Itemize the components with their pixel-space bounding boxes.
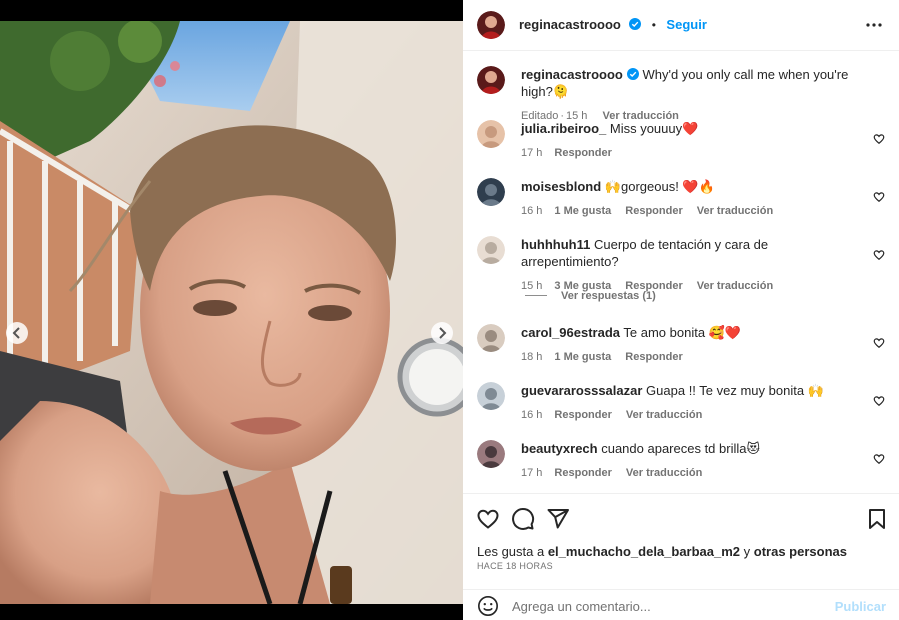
comment-time: 17 h: [521, 467, 543, 479]
comment-like-heart-icon[interactable]: [873, 191, 885, 203]
reply-link[interactable]: Responder: [554, 147, 611, 159]
comment-text: Guapa !! Te vez muy bonita 🙌: [646, 383, 824, 398]
comment-like-heart-icon[interactable]: [873, 395, 885, 407]
avatar[interactable]: [477, 178, 505, 206]
publish-button[interactable]: Publicar: [835, 599, 886, 614]
comment-username[interactable]: beautyxrech: [521, 441, 598, 456]
comment-body: beautyxrech cuando apareces td brilla😻 17…: [521, 440, 861, 482]
replies-line: [525, 295, 547, 296]
emoji-icon[interactable]: [477, 595, 499, 617]
post-modal: reginacastroooo • Seguir reginacastroooo…: [0, 0, 899, 620]
comment-text: Te amo bonita 🥰❤️: [623, 325, 742, 340]
comment-username[interactable]: huhhhuh11: [521, 237, 590, 252]
save-bookmark-icon[interactable]: [865, 507, 889, 531]
likes-others-link[interactable]: otras personas: [754, 544, 847, 559]
reply-link[interactable]: Responder: [554, 467, 611, 479]
chevron-right-icon: [439, 327, 447, 339]
caption-username[interactable]: reginacastroooo: [521, 67, 623, 82]
post-photo[interactable]: [0, 21, 463, 604]
comment-like-heart-icon[interactable]: [873, 249, 885, 261]
previous-arrow-button[interactable]: [6, 322, 28, 344]
bottom-backdrop: [0, 604, 463, 620]
view-replies-link[interactable]: Ver respuestas (1): [525, 290, 656, 302]
comment-meta: 16 h Responder Ver traducción: [521, 407, 861, 424]
comments-list: reginacastroooo Why'd you only call me w…: [463, 52, 899, 493]
share-send-icon[interactable]: [546, 507, 570, 531]
comment-likes[interactable]: 1 Me gusta: [554, 205, 611, 217]
comment-username[interactable]: carol_96estrada: [521, 325, 620, 340]
comment-body: huhhhuh11 Cuerpo de tentación y cara de …: [521, 236, 861, 295]
comment-text: cuando apareces td brilla😻: [601, 441, 761, 456]
add-comment-bar: Agrega un comentario... Publicar: [463, 589, 899, 620]
likes-summary: Les gusta a el_muchacho_dela_barbaa_m2 y…: [477, 544, 847, 559]
comment-like-heart-icon[interactable]: [873, 133, 885, 145]
top-backdrop: [0, 0, 463, 21]
comment-text: Miss youuuy❤️: [609, 121, 699, 136]
comment-bubble-icon[interactable]: [511, 507, 535, 531]
follow-button[interactable]: Seguir: [666, 17, 706, 32]
verified-badge-icon: [629, 18, 642, 30]
comment-username[interactable]: moisesblond: [521, 179, 601, 194]
translate-link[interactable]: Ver traducción: [697, 280, 773, 292]
like-heart-icon[interactable]: [476, 507, 500, 531]
verified-badge-icon: [626, 68, 639, 80]
action-bar: Les gusta a el_muchacho_dela_barbaa_m2 y…: [463, 493, 899, 589]
comment-body: guevararosssalazar Guapa !! Te vez muy b…: [521, 382, 861, 424]
comment-body: carol_96estrada Te amo bonita 🥰❤️ 18 h 1 M…: [521, 324, 861, 366]
avatar[interactable]: [477, 324, 505, 352]
likes-prefix: Les gusta a: [477, 544, 548, 559]
avatar[interactable]: [477, 120, 505, 148]
comment-time: 18 h: [521, 351, 543, 363]
chevron-left-icon: [12, 327, 20, 339]
reply-link[interactable]: Responder: [554, 409, 611, 421]
comment-body: julia.ribeiroo_ Miss youuuy❤️ 17 h Respond…: [521, 120, 861, 162]
comment-like-heart-icon[interactable]: [873, 453, 885, 465]
comment-username[interactable]: guevararosssalazar: [521, 383, 642, 398]
avatar[interactable]: [477, 236, 505, 264]
reply-link[interactable]: Responder: [625, 205, 682, 217]
caption-body: reginacastroooo Why'd you only call me w…: [521, 66, 861, 125]
comment-meta: 17 h Responder: [521, 145, 861, 162]
avatar[interactable]: [477, 382, 505, 410]
translate-link[interactable]: Ver traducción: [697, 205, 773, 217]
comment-like-heart-icon[interactable]: [873, 337, 885, 349]
comment-text: 🙌gorgeous! ❤️🔥: [604, 179, 715, 194]
post-sidebar: reginacastroooo • Seguir reginacastroooo…: [463, 0, 899, 620]
avatar[interactable]: [477, 11, 505, 39]
comment-body: moisesblond 🙌gorgeous! ❤️🔥 16 h 1 Me gusta…: [521, 178, 861, 220]
header-user: reginacastroooo • Seguir: [519, 16, 707, 34]
comment-time: 16 h: [521, 409, 543, 421]
separator-dot: •: [651, 18, 656, 32]
liker-username[interactable]: el_muchacho_dela_barbaa_m2: [548, 544, 740, 559]
comment-meta: 17 h Responder Ver traducción: [521, 465, 861, 482]
translate-link[interactable]: Ver traducción: [626, 467, 702, 479]
comment-time: 16 h: [521, 205, 543, 217]
post-time-ago: HACE 18 HORAS: [477, 561, 553, 571]
translate-link[interactable]: Ver traducción: [626, 409, 702, 421]
likes-mid: y: [740, 544, 754, 559]
post-header: reginacastroooo • Seguir: [463, 0, 899, 51]
view-replies-label: Ver respuestas (1): [561, 290, 656, 302]
more-options-icon[interactable]: [865, 16, 883, 34]
next-arrow-button[interactable]: [431, 322, 453, 344]
avatar[interactable]: [477, 66, 505, 94]
reply-link[interactable]: Responder: [625, 351, 682, 363]
comment-meta: 16 h 1 Me gusta Responder Ver traducción: [521, 203, 861, 220]
comment-likes[interactable]: 1 Me gusta: [554, 351, 611, 363]
avatar[interactable]: [477, 440, 505, 468]
selfie-image: [0, 21, 463, 604]
comment-username[interactable]: julia.ribeiroo_: [521, 121, 606, 136]
comment-time: 17 h: [521, 147, 543, 159]
author-username[interactable]: reginacastroooo: [519, 17, 621, 32]
comment-meta: 18 h 1 Me gusta Responder: [521, 349, 861, 366]
comment-input[interactable]: Agrega un comentario...: [512, 599, 651, 614]
